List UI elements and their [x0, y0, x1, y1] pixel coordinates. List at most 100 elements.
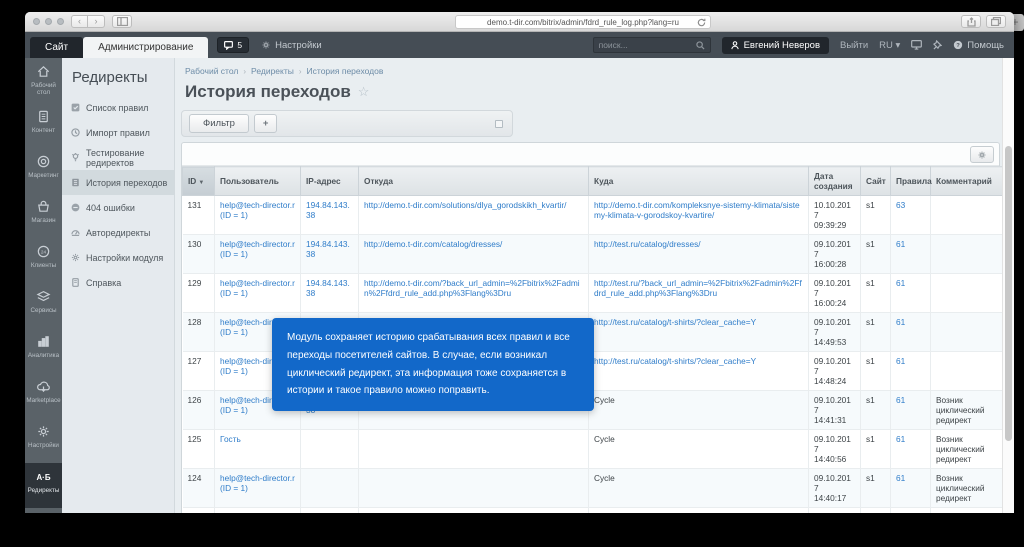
back-button[interactable]: ‹: [71, 15, 88, 28]
column-header-from[interactable]: Откуда: [359, 167, 589, 196]
user-menu-button[interactable]: Евгений Неверов: [722, 37, 829, 54]
help-button[interactable]: ? Помощь: [953, 40, 1004, 51]
sidebar-item-home[interactable]: Рабочий стол: [25, 58, 62, 103]
traffic-lights[interactable]: [33, 18, 64, 25]
ip-link[interactable]: 194.84.143.38: [306, 278, 350, 298]
sidebar-item-analytics[interactable]: Аналитика: [25, 328, 62, 373]
to-url-link[interactable]: http://test.ru/catalog/t-shirts/?clear_c…: [594, 356, 756, 366]
breadcrumb-item[interactable]: История переходов: [307, 66, 384, 76]
column-header-ip[interactable]: IP-адрес: [301, 167, 359, 196]
sidebar-item-ab[interactable]: А·Б Редиректы: [25, 463, 62, 508]
breadcrumb-item[interactable]: Рабочий стол: [185, 66, 238, 76]
add-filter-button[interactable]: +: [254, 114, 278, 133]
language-selector[interactable]: RU ▾: [879, 40, 900, 51]
ip-link[interactable]: 194.84.143.38: [306, 239, 350, 259]
column-header-to[interactable]: Куда: [589, 167, 809, 196]
from-url-link[interactable]: http://test.ru/catalog/dresses/?clear_ca…: [364, 512, 530, 513]
column-header-site[interactable]: Сайт: [861, 167, 891, 196]
user-id-link[interactable]: (ID = 1): [220, 210, 248, 220]
filter-checkbox[interactable]: [495, 120, 503, 128]
user-link[interactable]: Гость: [220, 434, 241, 444]
column-header-user[interactable]: Пользователь: [215, 167, 301, 196]
pin-icon[interactable]: [933, 40, 942, 50]
from-url-link[interactable]: http://demo.t-dir.com/?back_url_admin=%2…: [364, 278, 580, 298]
sidebar-item-content[interactable]: Контент: [25, 103, 62, 148]
search-icon[interactable]: [696, 41, 705, 50]
sidebar-item-marketplace[interactable]: Marketplace: [25, 373, 62, 418]
to-url-link[interactable]: http://test.ru/?back_url_admin=%2Fbitrix…: [594, 278, 802, 298]
user-link[interactable]: help@tech-director.ru: [220, 200, 295, 210]
forward-button[interactable]: ›: [88, 15, 105, 28]
user-link[interactable]: help@tech-director.ru: [220, 278, 295, 288]
favorite-star-icon[interactable]: ☆: [358, 84, 370, 100]
sidebar-item-services[interactable]: Сервисы: [25, 283, 62, 328]
refresh-icon[interactable]: [697, 18, 706, 27]
rule-link[interactable]: 61: [896, 395, 905, 405]
user-link[interactable]: help@tech-director.ru: [220, 512, 295, 513]
rule-link[interactable]: 61: [896, 512, 905, 513]
user-link[interactable]: help@tech-director.ru: [220, 239, 295, 249]
user-id-link[interactable]: (ID = 1): [220, 288, 248, 298]
rule-link[interactable]: 61: [896, 278, 905, 288]
rule-link[interactable]: 61: [896, 239, 905, 249]
column-header-date[interactable]: Дата создания: [809, 167, 861, 196]
table-row[interactable]: 129help@tech-director.ru(ID = 1)194.84.1…: [183, 274, 1003, 313]
share-icon[interactable]: [961, 15, 981, 28]
table-row[interactable]: 131help@tech-director.ru(ID = 1)194.84.1…: [183, 196, 1003, 235]
rule-link[interactable]: 63: [896, 200, 905, 210]
ip-link[interactable]: 194.84.143.38: [306, 200, 350, 220]
user-id-link[interactable]: (ID = 1): [220, 366, 248, 376]
vertical-scrollbar[interactable]: [1002, 58, 1014, 513]
rule-link[interactable]: 61: [896, 434, 905, 444]
notifications-button[interactable]: 5: [217, 37, 249, 53]
submenu-item[interactable]: Настройки модуля: [62, 245, 174, 270]
column-header-id[interactable]: ID▼: [183, 167, 215, 196]
submenu-item[interactable]: Импорт правил: [62, 120, 174, 145]
address-bar[interactable]: demo.t-dir.com/bitrix/admin/fdrd_rule_lo…: [455, 15, 711, 29]
from-url-link[interactable]: http://demo.t-dir.com/solutions/dlya_gor…: [364, 200, 566, 210]
logout-link[interactable]: Выйти: [840, 40, 868, 51]
from-url-link[interactable]: http://demo.t-dir.com/catalog/dresses/: [364, 239, 502, 249]
tab-site[interactable]: Сайт: [30, 37, 83, 58]
user-link[interactable]: help@tech-director.ru: [220, 473, 295, 483]
user-id-link[interactable]: (ID = 1): [220, 249, 248, 259]
submenu-item[interactable]: Список правил: [62, 95, 174, 120]
column-header-comm[interactable]: Комментарий: [931, 167, 1003, 196]
sidebar-item-settings[interactable]: Настройки: [25, 418, 62, 463]
topbar-settings-button[interactable]: Настройки: [261, 40, 322, 51]
scrollbar-thumb[interactable]: [1005, 146, 1012, 441]
search-input[interactable]: [599, 40, 696, 50]
breadcrumb-item[interactable]: Редиректы: [251, 66, 294, 76]
submenu-item[interactable]: Справка: [62, 270, 174, 295]
table-row[interactable]: 125ГостьCycle09.10.201714:40:56s161Возни…: [183, 430, 1003, 469]
rule-link[interactable]: 61: [896, 356, 905, 366]
submenu-item[interactable]: 404 ошибки: [62, 195, 174, 220]
rule-link[interactable]: 61: [896, 473, 905, 483]
to-url-link[interactable]: http://test.ru/catalog/dresses/: [594, 239, 701, 249]
table-row[interactable]: 130help@tech-director.ru(ID = 1)194.84.1…: [183, 235, 1003, 274]
rule-link[interactable]: 61: [896, 317, 905, 327]
desktop-app-icon[interactable]: [911, 40, 922, 50]
table-row[interactable]: 123help@tech-director.ru(ID = 1)194.84.1…: [183, 508, 1003, 514]
column-header-rule[interactable]: Правила: [891, 167, 931, 196]
sidebar-item-store[interactable]: Магазин: [25, 193, 62, 238]
zoom-window-icon[interactable]: [57, 18, 64, 25]
user-id-link[interactable]: (ID = 1): [220, 327, 248, 337]
sidebar-toggle-icon[interactable]: [112, 15, 132, 28]
table-row[interactable]: 124help@tech-director.ru(ID = 1)Cycle09.…: [183, 469, 1003, 508]
ip-link[interactable]: 194.84.143.38: [306, 512, 350, 513]
sidebar-item-marketing[interactable]: Маркетинг: [25, 148, 62, 193]
submenu-item[interactable]: Тестирование редиректов: [62, 145, 174, 170]
sidebar-item-clients[interactable]: 24 Клиенты: [25, 238, 62, 283]
tabs-overview-icon[interactable]: [986, 15, 1006, 28]
to-url-link[interactable]: http://test.ru/catalog/t-shirts/?clear_c…: [594, 317, 756, 327]
minimize-window-icon[interactable]: [45, 18, 52, 25]
grid-settings-button[interactable]: [970, 146, 994, 163]
filter-button[interactable]: Фильтр: [189, 114, 249, 133]
submenu-item[interactable]: Авторедиректы: [62, 220, 174, 245]
close-window-icon[interactable]: [33, 18, 40, 25]
user-id-link[interactable]: (ID = 1): [220, 405, 248, 415]
tab-administration[interactable]: Администрирование: [83, 37, 208, 58]
to-url-link[interactable]: http://demo.t-dir.com/kompleksnye-sistem…: [594, 200, 800, 220]
user-id-link[interactable]: (ID = 1): [220, 483, 248, 493]
